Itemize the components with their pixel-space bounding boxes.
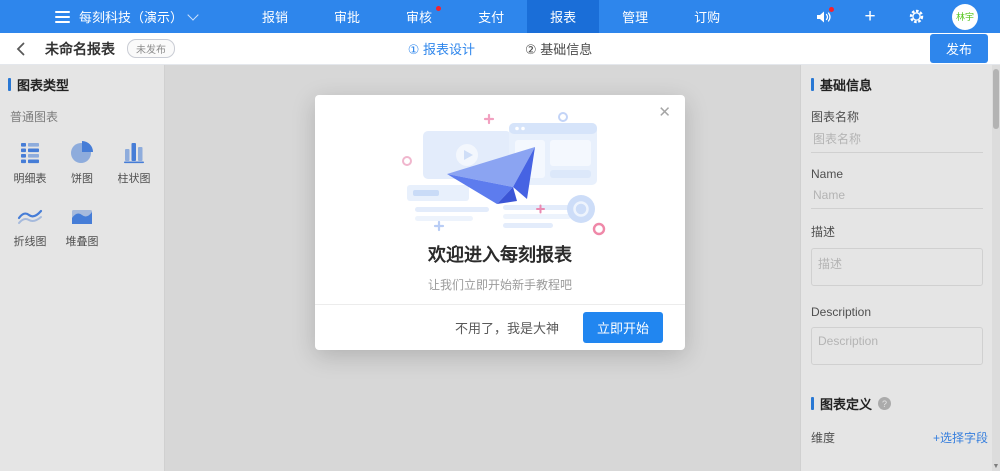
nav-menu: 报销 审批 审核 支付 报表 管理 订购 xyxy=(239,0,743,33)
start-tutorial-button[interactable]: 立即开始 xyxy=(583,312,663,343)
modal-title: 欢迎进入每刻报表 xyxy=(315,241,685,267)
publish-button[interactable]: 发布 xyxy=(930,34,988,63)
nav-item-reports[interactable]: 报表 xyxy=(527,0,599,33)
nav-right: + 林宇 xyxy=(814,0,1000,33)
settings-gear-icon[interactable] xyxy=(906,7,926,27)
app-screen: 每刻科技（演示） 报销 审批 审核 支付 报表 管理 订购 + 林宇 xyxy=(0,0,1000,471)
nav-item-ordering[interactable]: 订购 xyxy=(671,0,743,33)
nav-item-approval[interactable]: 审批 xyxy=(311,0,383,33)
add-plus-icon[interactable]: + xyxy=(860,7,880,27)
back-button[interactable] xyxy=(0,42,40,56)
skip-tutorial-button[interactable]: 不用了，我是大神 xyxy=(455,318,559,337)
status-badge: 未发布 xyxy=(127,39,175,58)
report-title: 未命名报表 xyxy=(45,39,115,59)
report-toolbar: 未命名报表 未发布 ① 报表设计 ② 基础信息 发布 xyxy=(0,33,1000,65)
nav-item-management[interactable]: 管理 xyxy=(599,0,671,33)
step-report-design[interactable]: ① 报表设计 xyxy=(408,39,475,58)
welcome-modal: ✕ xyxy=(315,95,685,350)
notification-dot xyxy=(436,6,441,11)
notification-dot xyxy=(829,7,834,12)
user-avatar[interactable]: 林宇 xyxy=(952,4,978,30)
chevron-down-icon xyxy=(187,9,198,20)
modal-footer: 不用了，我是大神 立即开始 xyxy=(315,304,685,350)
nav-left: 每刻科技（演示） xyxy=(0,0,197,33)
step-basic-info[interactable]: ② 基础信息 xyxy=(525,39,592,58)
nav-item-expense[interactable]: 报销 xyxy=(239,0,311,33)
modal-subtitle: 让我们立即开始新手教程吧 xyxy=(315,276,685,293)
close-icon[interactable]: ✕ xyxy=(658,105,671,120)
nav-item-audit[interactable]: 审核 xyxy=(383,0,455,33)
company-switcher[interactable]: 每刻科技（演示） xyxy=(79,7,197,26)
announcement-speaker-icon[interactable] xyxy=(814,7,834,27)
top-navbar: 每刻科技（演示） 报销 审批 审核 支付 报表 管理 订购 + 林宇 xyxy=(0,0,1000,33)
hamburger-menu-icon[interactable] xyxy=(55,11,70,23)
paper-plane-illustration xyxy=(315,109,685,237)
nav-item-payment[interactable]: 支付 xyxy=(455,0,527,33)
company-name: 每刻科技（演示） xyxy=(79,7,183,26)
